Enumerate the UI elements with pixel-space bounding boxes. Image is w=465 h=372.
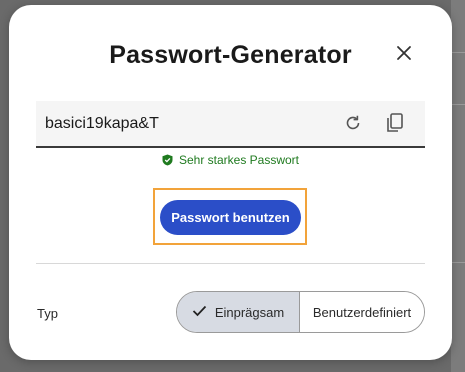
regenerate-button[interactable]	[344, 114, 362, 132]
type-option-memorable[interactable]: Einprägsam	[177, 292, 300, 332]
use-password-button[interactable]: Passwort benutzen	[160, 200, 301, 235]
type-option-label: Benutzerdefiniert	[312, 304, 412, 320]
backdrop-divider	[451, 262, 465, 263]
refresh-icon	[346, 115, 360, 130]
password-field[interactable]: basici19kapa&T	[36, 101, 425, 148]
dialog-title: Passwort-Generator	[109, 41, 352, 69]
close-icon	[397, 46, 411, 60]
password-generator-dialog: Passwort-Generator basici19kapa&T Sehr s…	[9, 5, 452, 360]
divider	[36, 263, 425, 264]
shield-check-icon	[162, 154, 173, 169]
backdrop	[451, 0, 465, 372]
type-segmented-control: Einprägsam Benutzerdefiniert	[176, 291, 425, 333]
password-value[interactable]: basici19kapa&T	[45, 115, 159, 133]
backdrop-divider	[451, 52, 465, 53]
type-option-label: Einprägsam	[214, 304, 285, 320]
strength-indicator: Sehr starkes Passwort	[9, 153, 452, 169]
type-option-custom[interactable]: Benutzerdefiniert	[300, 292, 424, 332]
checkmark-icon	[192, 305, 207, 320]
close-button[interactable]	[395, 44, 413, 62]
copy-icon	[387, 113, 403, 132]
copy-button[interactable]	[386, 113, 404, 133]
strength-text: Sehr starkes Passwort	[178, 153, 300, 167]
type-label: Typ	[37, 306, 58, 321]
backdrop-divider	[451, 104, 465, 105]
